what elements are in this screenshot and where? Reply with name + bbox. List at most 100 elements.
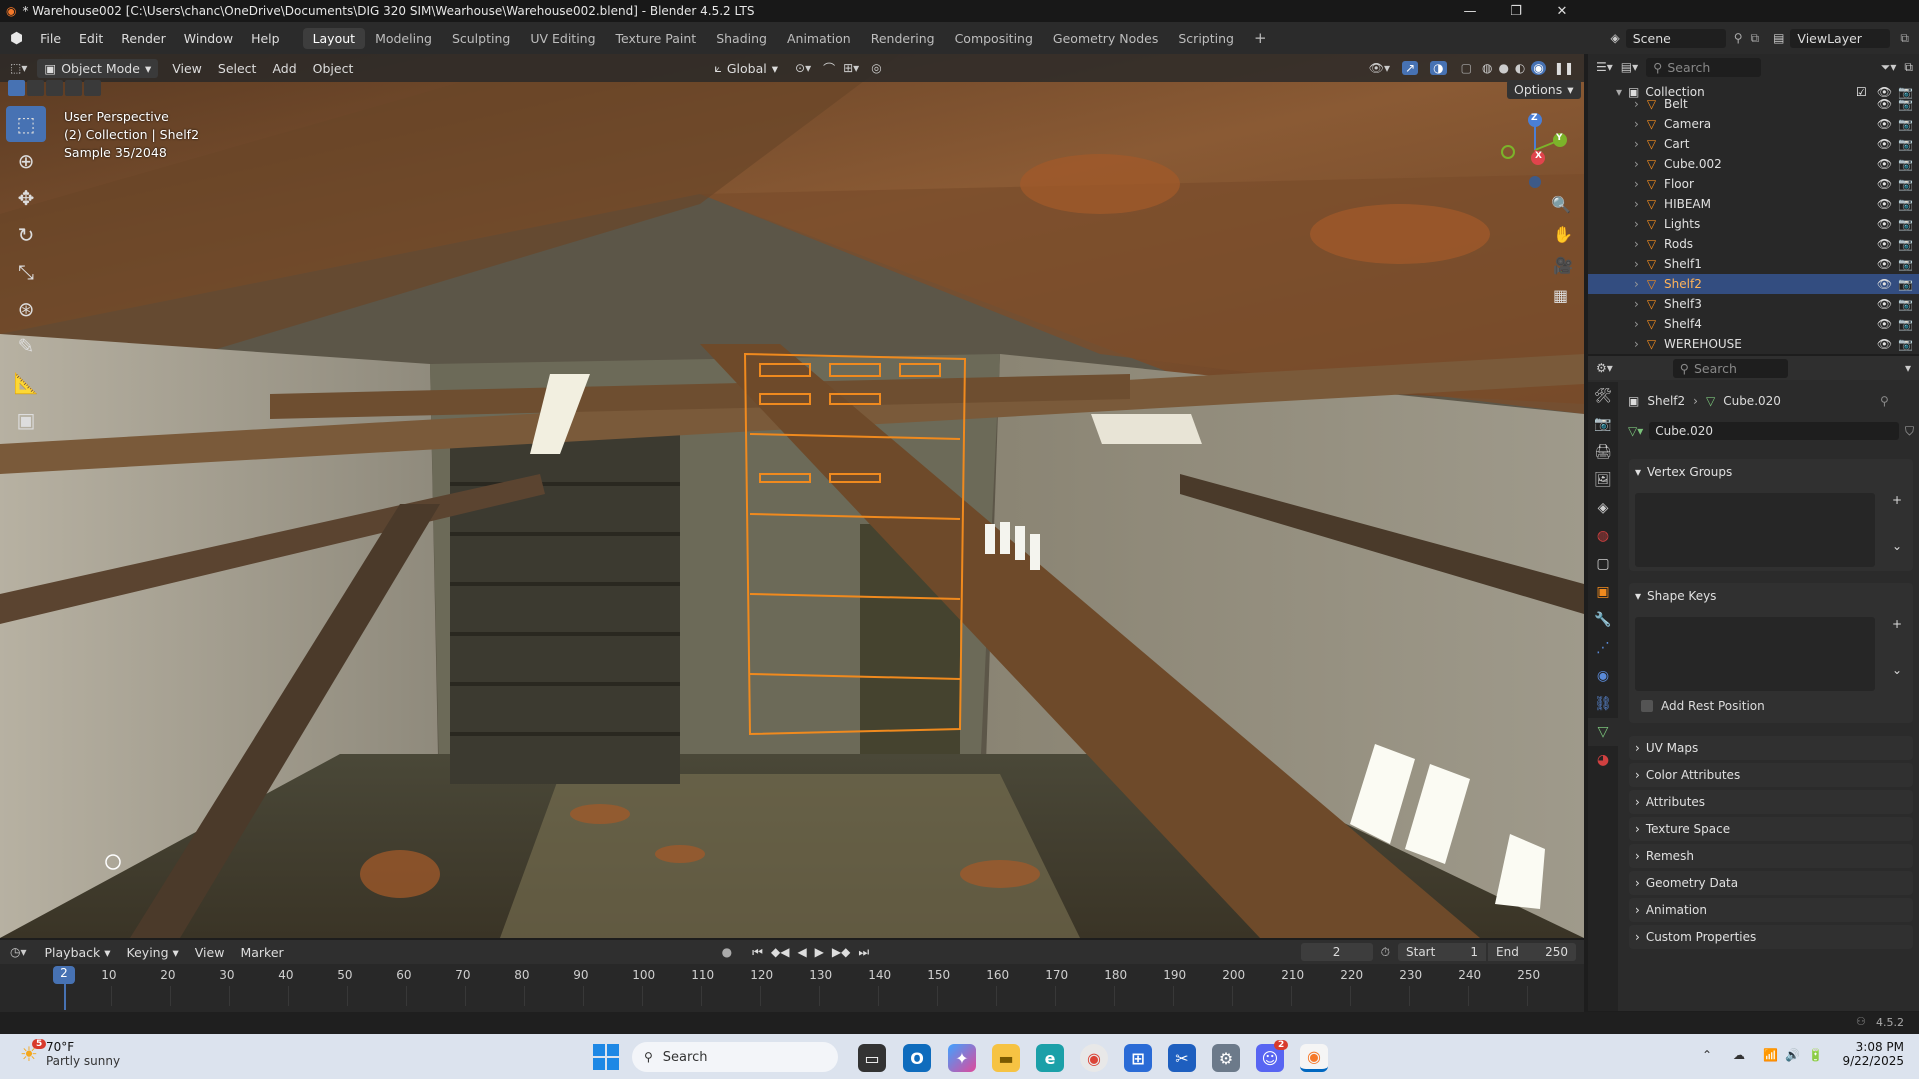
menu-add[interactable]: Add xyxy=(264,61,304,76)
minimize-button[interactable]: — xyxy=(1447,0,1493,22)
menu-view[interactable]: View xyxy=(164,61,210,76)
visibility-eye-icon[interactable]: 👁 xyxy=(1877,317,1892,331)
add-rest-position-row[interactable]: Add Rest Position xyxy=(1641,699,1765,713)
expand-icon[interactable]: › xyxy=(1634,277,1639,291)
render-camera-icon[interactable]: 📷 xyxy=(1898,217,1913,231)
ortho-toggle-icon[interactable]: ▦ xyxy=(1553,286,1568,305)
auto-keying-icon[interactable]: ● xyxy=(722,945,732,959)
outliner-editor-icon[interactable]: ☰▾ xyxy=(1596,60,1613,74)
visibility-eye-icon[interactable]: 👁 xyxy=(1877,257,1892,271)
outliner-item[interactable]: › ▽ Cart 👁 📷 xyxy=(1588,134,1919,154)
scene-selector[interactable]: Scene xyxy=(1625,28,1726,48)
jump-start-icon[interactable]: ⏮ xyxy=(752,945,763,960)
task-view-icon[interactable]: ▭ xyxy=(858,1044,886,1072)
vertex-groups-header[interactable]: ▾ Vertex Groups xyxy=(1629,459,1913,485)
expand-icon[interactable]: › xyxy=(1634,237,1639,251)
tab-rendering[interactable]: Rendering xyxy=(861,28,945,49)
expand-icon[interactable]: › xyxy=(1634,337,1639,351)
outliner-item[interactable]: › ▽ Cube.002 👁 📷 xyxy=(1588,154,1919,174)
measure-tool-icon[interactable]: 📐 xyxy=(6,365,46,401)
collection-tab-icon[interactable]: ▢ xyxy=(1588,550,1618,578)
output-tab-icon[interactable]: 🖨 xyxy=(1588,438,1618,466)
physics-tab-icon[interactable]: ◉ xyxy=(1588,662,1618,690)
expand-icon[interactable]: › xyxy=(1634,177,1639,191)
visibility-eye-icon[interactable]: 👁 xyxy=(1877,197,1892,211)
shape-key-menu-button[interactable]: ⌄ xyxy=(1887,663,1907,683)
outliner-item[interactable]: › ▽ Shelf3 👁 📷 xyxy=(1588,294,1919,314)
blender-taskbar-icon[interactable]: ◉ xyxy=(1300,1044,1328,1072)
snap-icon[interactable]: ⌒ xyxy=(823,60,835,77)
outliner-item[interactable]: › ▽ Lights 👁 📷 xyxy=(1588,214,1919,234)
tray-app-icon[interactable]: ☁ xyxy=(1733,1048,1745,1062)
zoom-icon[interactable]: 🔍 xyxy=(1551,195,1571,214)
properties-search[interactable]: ⚲ Search xyxy=(1672,358,1788,378)
visibility-icon[interactable]: 👁▾ xyxy=(1369,61,1390,75)
outlook-icon[interactable]: O xyxy=(903,1044,931,1072)
add-workspace-button[interactable]: + xyxy=(1244,26,1277,50)
new-view-layer-icon[interactable]: ⧉ xyxy=(1900,31,1909,46)
outliner-item[interactable]: › ▽ Shelf2 👁 📷 xyxy=(1588,274,1919,294)
camera-view-icon[interactable]: 🎥 xyxy=(1553,256,1573,275)
weather-widget[interactable]: ☀ 5 70°F Partly sunny xyxy=(20,1039,120,1068)
close-button[interactable]: ✕ xyxy=(1539,0,1585,22)
select-subtract-icon[interactable] xyxy=(46,80,63,96)
gizmo-toggle-icon[interactable]: ↗ xyxy=(1402,61,1419,75)
rendered-shading-icon[interactable]: ◉ xyxy=(1531,61,1546,75)
render-camera-icon[interactable]: 📷 xyxy=(1898,317,1913,331)
cursor-tool-icon[interactable]: ⊕ xyxy=(6,143,46,179)
menu-object[interactable]: Object xyxy=(305,61,362,76)
visibility-eye-icon[interactable]: 👁 xyxy=(1877,217,1892,231)
outliner-item[interactable]: › ▽ WEREHOUSE 👁 📷 xyxy=(1588,334,1919,354)
add-vertex-group-button[interactable]: + xyxy=(1887,493,1907,513)
visibility-eye-icon[interactable]: 👁 xyxy=(1877,237,1892,251)
menu-timeline-view[interactable]: View xyxy=(187,945,233,960)
add-shape-key-button[interactable]: + xyxy=(1887,617,1907,637)
shape-keys-list[interactable] xyxy=(1635,617,1875,691)
tab-shading[interactable]: Shading xyxy=(706,28,777,49)
visibility-eye-icon[interactable]: 👁 xyxy=(1877,297,1892,311)
tab-layout[interactable]: Layout xyxy=(302,27,366,49)
annotate-tool-icon[interactable]: ✎ xyxy=(6,328,46,364)
expand-icon[interactable]: › xyxy=(1634,257,1639,271)
clock[interactable]: 3:08 PM 9/22/2025 xyxy=(1840,1040,1904,1068)
tab-animation[interactable]: Animation xyxy=(777,28,861,49)
visibility-eye-icon[interactable]: 👁 xyxy=(1877,137,1892,151)
pause-render-icon[interactable]: ❚❚ xyxy=(1554,61,1574,75)
outliner-search[interactable]: ⚲ Search xyxy=(1646,57,1762,77)
modifier-tab-icon[interactable]: 🔧 xyxy=(1588,606,1618,634)
pin-icon[interactable]: ⚲ xyxy=(1880,394,1889,408)
collapsed-panel[interactable]: › Texture Space xyxy=(1629,817,1913,841)
play-icon[interactable]: ▶ xyxy=(815,945,824,959)
blender-menu-icon[interactable]: ⬢ xyxy=(0,29,31,47)
visibility-eye-icon[interactable]: 👁 xyxy=(1877,337,1892,351)
tool-tab-icon[interactable]: 🛠 xyxy=(1588,382,1618,410)
current-frame-field[interactable]: 2 xyxy=(1300,943,1373,961)
collapsed-panel[interactable]: › Geometry Data xyxy=(1629,871,1913,895)
edge-icon[interactable]: e xyxy=(1036,1044,1064,1072)
visibility-eye-icon[interactable]: 👁 xyxy=(1877,117,1892,131)
proportional-edit-icon[interactable]: ◎ xyxy=(871,61,881,75)
outliner-item[interactable]: › ▽ Floor 👁 📷 xyxy=(1588,174,1919,194)
jump-end-icon[interactable]: ⏭ xyxy=(858,945,869,960)
expand-icon[interactable]: › xyxy=(1634,317,1639,331)
copilot-icon[interactable]: ✦ xyxy=(948,1044,976,1072)
battery-icon[interactable]: 🔋 xyxy=(1808,1048,1823,1062)
menu-help[interactable]: Help xyxy=(242,31,289,46)
collapsed-panel[interactable]: › Color Attributes xyxy=(1629,763,1913,787)
select-new-icon[interactable] xyxy=(8,80,25,96)
render-camera-icon[interactable]: 📷 xyxy=(1898,177,1913,191)
volume-icon[interactable]: 🔊 xyxy=(1785,1048,1800,1062)
outliner-item[interactable]: › ▽ Shelf1 👁 📷 xyxy=(1588,254,1919,274)
snipping-icon[interactable]: ✂ xyxy=(1168,1044,1196,1072)
shape-keys-header[interactable]: ▾ Shape Keys xyxy=(1629,583,1913,609)
visibility-eye-icon[interactable]: 👁 xyxy=(1877,177,1892,191)
jump-keyframe-forward-icon[interactable]: ▶◆ xyxy=(832,945,850,959)
rotate-tool-icon[interactable]: ↻ xyxy=(6,217,46,253)
tab-geometry-nodes[interactable]: Geometry Nodes xyxy=(1043,28,1168,49)
render-camera-icon[interactable]: 📷 xyxy=(1898,277,1913,291)
collapsed-panel[interactable]: › Attributes xyxy=(1629,790,1913,814)
scale-tool-icon[interactable]: ⤡ xyxy=(6,254,46,290)
options-button[interactable]: Options ▾ xyxy=(1507,80,1581,99)
properties-editor-icon[interactable]: ⚙▾ xyxy=(1596,361,1613,375)
wifi-icon[interactable]: 📶 xyxy=(1763,1048,1778,1062)
